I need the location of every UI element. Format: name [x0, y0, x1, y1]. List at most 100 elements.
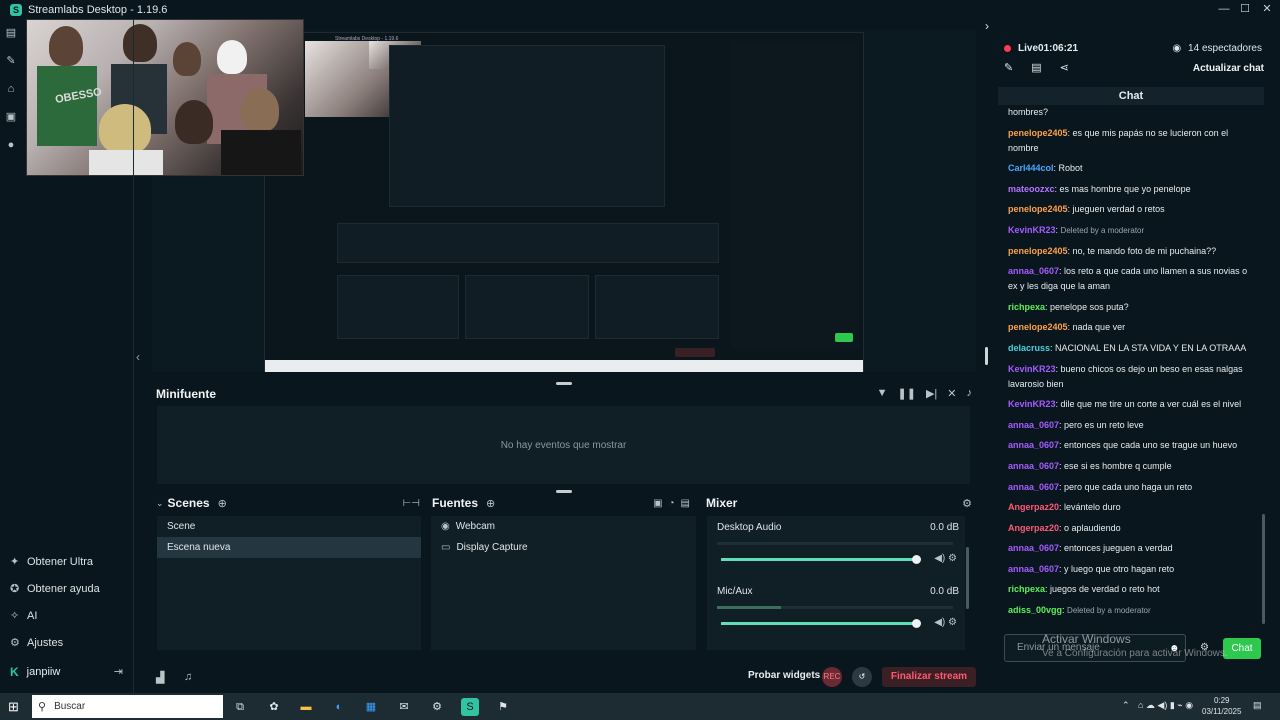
chat-username[interactable]: penelope2405 [1008, 128, 1068, 138]
volume-knob[interactable] [912, 619, 921, 628]
mixer-settings-icon[interactable]: ⚙ [962, 497, 972, 510]
edge-icon[interactable]: ◐ [330, 698, 348, 716]
alertbox-icon[interactable]: ▣ [0, 103, 22, 131]
chat-message: annaa_0607: y luego que otro hagan reto [1008, 562, 1256, 577]
app-icon[interactable]: ⚑ [494, 698, 512, 716]
channel-settings-icon[interactable]: ⚙ [948, 617, 957, 628]
taskbar-search[interactable]: ⚲ Buscar [32, 695, 223, 718]
mute-icon[interactable]: ◀) [934, 617, 945, 628]
add-scene-icon[interactable]: ⊕ [218, 497, 227, 510]
chat-username[interactable]: KevinKR23 [1008, 364, 1056, 374]
chat-tools: ✎ ▤ ⋖ [1004, 61, 1069, 74]
scene-item-selected[interactable]: Escena nueva [157, 537, 421, 558]
task-view-icon[interactable]: ⧉ [231, 698, 249, 716]
sidebar-item-ai[interactable]: ✧ AI [0, 602, 133, 629]
sidebar-item-help[interactable]: ✪ Obtener ayuda [0, 575, 133, 602]
dashboard-icon[interactable]: ▤ [1031, 61, 1041, 74]
file-explorer-icon[interactable]: ▬ [297, 698, 315, 716]
logout-icon[interactable]: ⇥ [114, 665, 123, 678]
chat-text: : entonces jueguen a verdad [1059, 543, 1173, 554]
notifications-icon[interactable]: ♫ [184, 671, 192, 683]
collapse-left-icon[interactable]: ‹ [136, 350, 140, 364]
chat-username[interactable]: penelope2405 [1008, 246, 1068, 256]
mixer-scrollbar[interactable] [966, 547, 969, 609]
chat-username[interactable]: annaa_0607 [1008, 564, 1059, 574]
pause-icon[interactable]: ❚❚ [898, 387, 916, 400]
chat-username[interactable]: richpexa [1008, 302, 1045, 312]
scene-transition-icon[interactable]: ⊢⊣ [403, 498, 420, 509]
filter-icon[interactable]: ▼ [877, 387, 888, 400]
taskbar-clock[interactable]: 0:29 03/11/2025 [1202, 695, 1241, 717]
store-icon[interactable]: ▦ [362, 698, 380, 716]
chat-username[interactable]: annaa_0607 [1008, 543, 1059, 553]
rec-button[interactable]: REC [822, 667, 842, 687]
chat-username[interactable]: annaa_0607 [1008, 440, 1059, 450]
update-chat-button[interactable]: Actualizar chat [1193, 63, 1264, 74]
streamlabs-taskbar-icon[interactable]: S [461, 698, 479, 716]
sidebar-item-settings[interactable]: ⚙ Ajustes [0, 629, 133, 656]
sidebar-item-ultra[interactable]: ✦ Obtener Ultra [0, 548, 133, 575]
chat-username[interactable]: annaa_0607 [1008, 266, 1059, 276]
minifuente-toolbar: ▼ ❚❚ ▶| ✕ ♪ [877, 387, 972, 400]
chat-username[interactable]: annaa_0607 [1008, 482, 1059, 492]
mail-icon[interactable]: ✉ [395, 698, 413, 716]
chat-text: : pero es un reto leve [1059, 419, 1144, 430]
replay-icon[interactable]: ↺ [852, 667, 872, 687]
chat-username[interactable]: penelope2405 [1008, 322, 1068, 332]
tray-icons[interactable]: ⌂ ☁ ◀) ▮ ⌁ ◉ [1138, 700, 1193, 711]
chat-username[interactable]: penelope2405 [1008, 204, 1068, 214]
settings-gear-icon[interactable]: ⚙ [428, 698, 446, 716]
chat-username[interactable]: Angerpaz20 [1008, 502, 1059, 512]
chat-username[interactable]: Carl444col [1008, 163, 1054, 173]
maximize-button[interactable]: ☐ [1233, 0, 1257, 19]
chat-username[interactable]: KevinKR23 [1008, 225, 1056, 235]
volume-slider[interactable] [721, 555, 921, 564]
mute-icon[interactable]: ◀) [934, 553, 945, 564]
chat-username[interactable]: Angerpaz20 [1008, 523, 1059, 533]
editor-icon[interactable]: ▤ [0, 19, 22, 47]
chat-username[interactable]: annaa_0607 [1008, 461, 1059, 471]
share-icon[interactable]: ⋖ [1060, 61, 1069, 74]
tray-chevron-icon[interactable]: ⌃ [1122, 700, 1130, 711]
edit-icon[interactable]: ✎ [1004, 61, 1013, 74]
chat-username[interactable]: mateoozxc [1008, 184, 1055, 194]
performance-icon[interactable]: ▟ [156, 671, 164, 684]
scene-item[interactable]: Scene [157, 516, 421, 537]
send-chat-button[interactable]: Chat [1223, 638, 1261, 659]
chat-scrollbar[interactable] [1262, 514, 1265, 624]
windows-start-icon[interactable]: ⊞ [8, 699, 19, 715]
chat-username[interactable]: delacruss [1008, 343, 1050, 353]
collapse-icon[interactable]: ⌄ [156, 498, 164, 509]
chevron-right-icon[interactable]: › [985, 19, 989, 33]
clock-date: 03/11/2025 [1202, 707, 1242, 716]
skip-icon[interactable]: ▶| [926, 387, 937, 400]
source-item-display-capture[interactable]: ▭ Display Capture [431, 537, 696, 558]
chat-message: annaa_0607: ese si es hombre q cumple [1008, 459, 1256, 474]
copilot-icon[interactable]: ✿ [265, 698, 283, 716]
chat-username[interactable]: KevinKR23 [1008, 399, 1056, 409]
chat-text: : juegos de verdad o reto hot [1045, 584, 1160, 595]
end-stream-button[interactable]: Finalizar stream [882, 667, 976, 687]
dashboard-icon[interactable]: ● [0, 131, 22, 159]
chat-username[interactable]: richpexa [1008, 584, 1045, 594]
source-item-webcam[interactable]: ◉ Webcam [431, 516, 696, 537]
chat-username[interactable]: adiss_00vgg [1008, 605, 1062, 615]
store-icon[interactable]: ⌂ [0, 75, 22, 103]
close-button[interactable]: ✕ [1255, 0, 1279, 19]
volume-icon[interactable]: ♪ [967, 387, 973, 400]
mute-alerts-icon[interactable]: ✕ [947, 387, 956, 400]
add-source-icon[interactable]: ⊕ [486, 497, 495, 510]
test-widgets-button[interactable]: Probar widgets [748, 670, 820, 681]
source-tools-icon[interactable]: ▣◔▤ [653, 498, 696, 509]
help-icon: ✪ [10, 583, 20, 595]
themes-icon[interactable]: ✎ [0, 47, 22, 75]
chat-username[interactable]: annaa_0607 [1008, 420, 1059, 430]
user-profile[interactable]: K janpiiw ⇥ [0, 658, 133, 685]
person-6 [175, 100, 213, 144]
divider-handle[interactable] [985, 347, 988, 365]
notifications-icon[interactable]: ▤ [1253, 700, 1262, 711]
resize-handle-2[interactable] [556, 490, 572, 493]
channel-settings-icon[interactable]: ⚙ [948, 553, 957, 564]
volume-slider[interactable] [721, 619, 921, 628]
volume-knob[interactable] [912, 555, 921, 564]
